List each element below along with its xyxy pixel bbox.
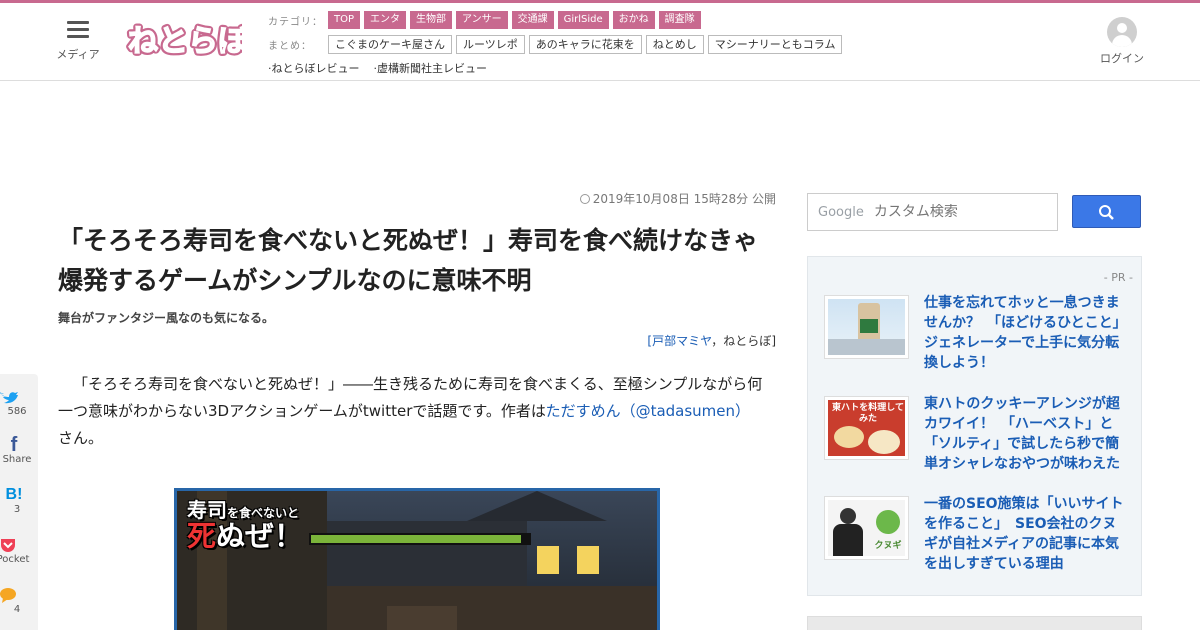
author-link[interactable]: ただすめん（@tadasumen） xyxy=(546,402,750,420)
custom-search-box: Google xyxy=(807,193,1058,231)
google-label: Google xyxy=(818,204,864,220)
article-body: 「そろそろ寿司を食べないと死ぬぜ！」――生き残るために寿司を食べまくる、至極シン… xyxy=(58,371,764,452)
byline: [戸部マミヤ，ねとらぼ] xyxy=(58,332,778,349)
review-link-kyoko[interactable]: ·虚構新聞社主レビュー xyxy=(374,60,488,76)
pr-thumb-text: クヌギ xyxy=(874,541,902,551)
share-count: 586 xyxy=(7,406,27,417)
hatena-icon: B! xyxy=(5,486,23,503)
byline-bracket: ] xyxy=(771,334,776,348)
body-text-2: さん。 xyxy=(58,429,104,447)
media-menu-button[interactable]: メディア xyxy=(52,21,104,62)
pocket-icon xyxy=(1,539,15,552)
category-seibutsubu[interactable]: 生物部 xyxy=(410,11,453,29)
twitter-icon xyxy=(0,392,18,404)
summary-link[interactable]: ねとめし xyxy=(645,34,704,54)
article-title: 「そろそろ寿司を食べないと死ぬぜ！」寿司を食べ続けなきゃ爆発するゲームがシンプル… xyxy=(58,226,759,295)
clock-icon xyxy=(579,194,590,204)
summary-link[interactable]: マシーナリーともコラム xyxy=(707,34,843,54)
byline-site: ねとらぼ xyxy=(723,334,772,348)
share-comment[interactable]: 4 xyxy=(0,586,34,615)
share-label: Pocket xyxy=(0,554,30,565)
user-avatar-icon xyxy=(1107,17,1137,47)
pr-headline: 一番のSEO施策は「いいサイトを作ること」 SEO会社のクヌギが自社メディアの記… xyxy=(924,496,1124,572)
pr-headline: 東ハトのクッキーアレンジが超カワイイ！ 「ハーベスト」と「ソルティ」で試したら秒… xyxy=(924,396,1120,472)
caption-wo-tabenaito: を食べないと xyxy=(227,506,300,520)
summary-head: まとめ： xyxy=(268,40,312,52)
category-okane[interactable]: おかね xyxy=(612,11,655,29)
media-menu-label: メディア xyxy=(56,48,100,61)
pr-thumbnail xyxy=(824,295,909,359)
publish-date: 2019年10月08日 15時28分 公開 xyxy=(58,190,778,207)
review-row: ·ねとらぼレビュー ·虚構新聞社主レビュー xyxy=(268,59,908,77)
search-input[interactable] xyxy=(873,204,1044,220)
summary-link[interactable]: ルーツレポ xyxy=(456,34,525,54)
comment-icon xyxy=(0,588,16,603)
share-hatena[interactable]: B! 3 xyxy=(0,486,34,515)
login-label: ログイン xyxy=(1100,52,1144,65)
game-caption: 寿司を食べないと 死ぬぜ！ xyxy=(187,499,303,553)
site-logo[interactable]: ねとらぼ ねとらぼ xyxy=(125,17,252,62)
caption-shi: 死 xyxy=(187,519,217,553)
category-answer[interactable]: アンサー xyxy=(456,11,508,29)
pr-thumbnail: 東ハトを料理してみた xyxy=(824,396,909,460)
byline-link[interactable]: [戸部マミヤ，ねとらぼ] xyxy=(647,334,776,348)
pr-label: - PR - xyxy=(1103,271,1133,284)
search-button[interactable] xyxy=(1072,195,1141,228)
login-button[interactable]: ログイン xyxy=(1098,17,1146,66)
share-twitter[interactable]: 586 xyxy=(0,388,34,417)
share-count: 3 xyxy=(13,504,21,515)
category-row: カテゴリ： TOP エンタ 生物部 アンサー 交通課 GirlSide おかね … xyxy=(268,11,908,29)
pr-headline: 仕事を忘れてホッと一息つきませんか？ 「ほどけるひとこと」ジェネレーターで上手に… xyxy=(924,295,1120,371)
logo-text: ねとらぼ xyxy=(128,24,242,59)
pr-thumb-text: 東ハトを料理してみた xyxy=(832,403,905,424)
article-subtitle: 舞台がファンタジー風なのも気になる。 xyxy=(58,311,275,325)
game-screenshot[interactable]: 寿司を食べないと 死ぬぜ！ xyxy=(174,488,660,630)
facebook-icon: f xyxy=(10,434,18,456)
share-bar: 586 f Share B! 3 Pocket 4 xyxy=(0,374,38,630)
search-icon xyxy=(1099,205,1114,220)
sidebar-box xyxy=(807,616,1142,630)
pr-thumbnail: クヌギ xyxy=(824,496,909,560)
summary-link[interactable]: こぐまのケーキ屋さん xyxy=(328,34,452,54)
hamburger-icon xyxy=(67,21,89,39)
review-label: ねとらぼレビュー xyxy=(271,62,360,75)
pr-box: - PR - 仕事を忘れてホッと一息つきませんか？ 「ほどけるひとこと」ジェネレ… xyxy=(807,256,1142,596)
review-label: 虚構新聞社主レビュー xyxy=(377,62,487,75)
category-enta[interactable]: エンタ xyxy=(364,11,407,29)
review-link-netorabo[interactable]: ·ねとらぼレビュー xyxy=(268,60,360,76)
header-nav: カテゴリ： TOP エンタ 生物部 アンサー 交通課 GirlSide おかね … xyxy=(268,11,908,83)
site-header: メディア ねとらぼ ねとらぼ カテゴリ： TOP エンタ 生物部 アンサー 交通… xyxy=(0,3,1200,81)
byline-separator: ， xyxy=(711,334,724,348)
share-count: 4 xyxy=(13,604,21,615)
share-count: Share xyxy=(2,454,32,465)
share-facebook[interactable]: f Share xyxy=(0,434,34,465)
category-head: カテゴリ： xyxy=(268,16,323,28)
share-pocket[interactable]: Pocket xyxy=(0,536,34,565)
category-girlside[interactable]: GirlSide xyxy=(557,11,609,29)
category-chosatai[interactable]: 調査隊 xyxy=(658,11,701,29)
category-top[interactable]: TOP xyxy=(328,11,361,29)
summary-link[interactable]: あのキャラに花束を xyxy=(528,34,642,54)
article: 2019年10月08日 15時28分 公開 「そろそろ寿司を食べないと死ぬぜ！」… xyxy=(58,190,778,452)
summary-row: まとめ： こぐまのケーキ屋さん ルーツレポ あのキャラに花束を ねとめし マシー… xyxy=(268,34,908,54)
caption-nuze: ぬぜ！ xyxy=(216,519,304,553)
publish-date-text: 2019年10月08日 15時28分 公開 xyxy=(592,192,776,206)
byline-author: 戸部マミヤ xyxy=(652,334,712,348)
category-kotsuka[interactable]: 交通課 xyxy=(511,11,554,29)
